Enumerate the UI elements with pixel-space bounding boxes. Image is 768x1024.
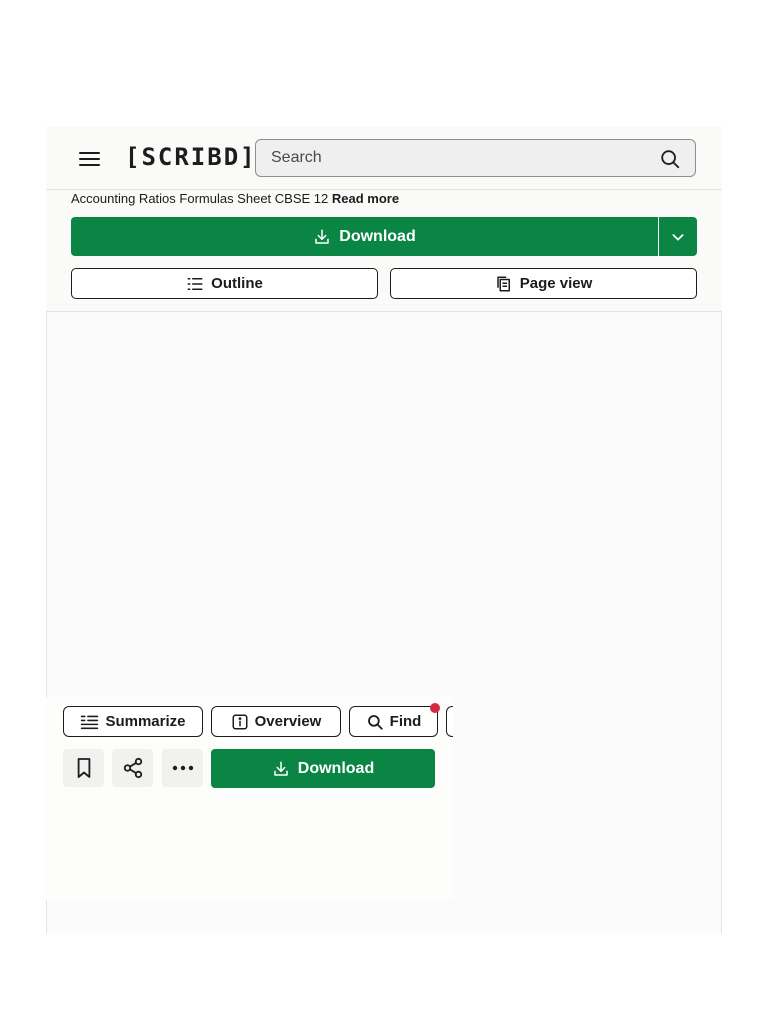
summarize-label: Summarize bbox=[105, 713, 186, 730]
search-icon[interactable] bbox=[659, 148, 681, 170]
top-bar: [SCRIBD] bbox=[46, 127, 722, 190]
menu-icon[interactable] bbox=[78, 149, 102, 169]
document-title-line: Accounting Ratios Formulas Sheet CBSE 12… bbox=[71, 191, 399, 206]
notification-dot bbox=[430, 703, 440, 713]
read-more-link[interactable]: Read more bbox=[332, 191, 399, 206]
outline-button[interactable]: Outline bbox=[71, 268, 378, 299]
download-options-button[interactable] bbox=[659, 217, 697, 256]
pages-icon bbox=[496, 276, 510, 291]
more-options-button[interactable] bbox=[162, 749, 203, 787]
more-tools-button[interactable] bbox=[446, 706, 453, 737]
summarize-button[interactable]: Summarize bbox=[63, 706, 203, 737]
scribd-logo[interactable]: [SCRIBD] bbox=[125, 143, 257, 171]
overview-label: Overview bbox=[254, 713, 322, 730]
search-input[interactable] bbox=[271, 148, 631, 168]
search-icon bbox=[367, 714, 383, 730]
download-label: Download bbox=[297, 759, 375, 777]
more-horizontal-icon bbox=[172, 765, 193, 771]
download-label: Download bbox=[339, 227, 416, 245]
document-title: Accounting Ratios Formulas Sheet CBSE 12 bbox=[71, 191, 329, 206]
share-icon bbox=[123, 757, 142, 779]
info-icon bbox=[232, 714, 248, 729]
page-view-label: Page view bbox=[519, 275, 593, 292]
download-icon bbox=[315, 229, 330, 244]
download-button-secondary[interactable]: Download bbox=[211, 749, 435, 788]
search-box[interactable] bbox=[255, 139, 696, 177]
bookmark-icon bbox=[77, 758, 90, 778]
save-button[interactable] bbox=[63, 749, 104, 787]
list-icon bbox=[187, 277, 203, 290]
chevron-down-icon bbox=[672, 233, 684, 241]
download-button[interactable]: Download bbox=[71, 217, 658, 256]
page-view-button[interactable]: Page view bbox=[390, 268, 697, 299]
summarize-icon bbox=[81, 715, 99, 729]
action-panel: Summarize Overview Find Download bbox=[46, 697, 453, 900]
find-button[interactable]: Find bbox=[349, 706, 438, 737]
overview-button[interactable]: Overview bbox=[211, 706, 341, 737]
download-icon bbox=[274, 761, 288, 776]
outline-label: Outline bbox=[211, 275, 263, 292]
find-label: Find bbox=[389, 713, 422, 730]
share-button[interactable] bbox=[112, 749, 153, 787]
